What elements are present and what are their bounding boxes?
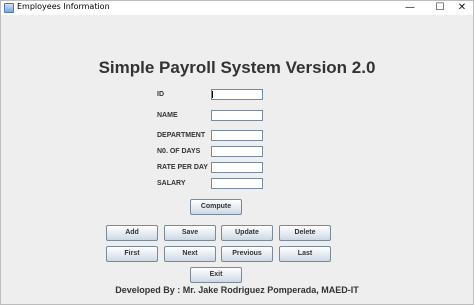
app-window: Employees Information — ☐ ✕ Simple Payro… — [0, 0, 474, 305]
name-label: NAME — [157, 112, 178, 119]
first-button[interactable]: First — [106, 246, 158, 262]
java-app-icon — [4, 3, 14, 13]
compute-button[interactable]: Compute — [190, 199, 242, 215]
id-field[interactable] — [211, 89, 263, 100]
rate-field[interactable] — [211, 162, 263, 173]
salary-field[interactable] — [211, 178, 263, 189]
department-field[interactable] — [211, 130, 263, 141]
title-bar[interactable]: Employees Information — ☐ ✕ — [1, 1, 473, 15]
days-field[interactable] — [211, 146, 263, 157]
days-label: N0. OF DAYS — [157, 148, 201, 155]
salary-label: SALARY — [157, 180, 186, 187]
minimize-icon[interactable]: — — [395, 1, 425, 15]
update-button[interactable]: Update — [221, 225, 273, 241]
close-icon[interactable]: ✕ — [447, 1, 474, 15]
department-label: DEPARTMENT — [157, 132, 206, 139]
delete-button[interactable]: Delete — [279, 225, 331, 241]
previous-button[interactable]: Previous — [221, 246, 273, 262]
developer-credit: Developed By : Mr. Jake Rodriguez Pomper… — [115, 285, 359, 295]
next-button[interactable]: Next — [164, 246, 216, 262]
last-button[interactable]: Last — [279, 246, 331, 262]
name-field[interactable] — [211, 110, 263, 121]
id-label: ID — [157, 91, 164, 98]
rate-label: RATE PER DAY — [157, 164, 208, 171]
add-button[interactable]: Add — [106, 225, 158, 241]
save-button[interactable]: Save — [164, 225, 216, 241]
exit-button[interactable]: Exit — [190, 267, 242, 283]
text-caret — [212, 91, 213, 98]
window-title: Employees Information — [17, 2, 110, 11]
page-title: Simple Payroll System Version 2.0 — [98, 58, 376, 77]
